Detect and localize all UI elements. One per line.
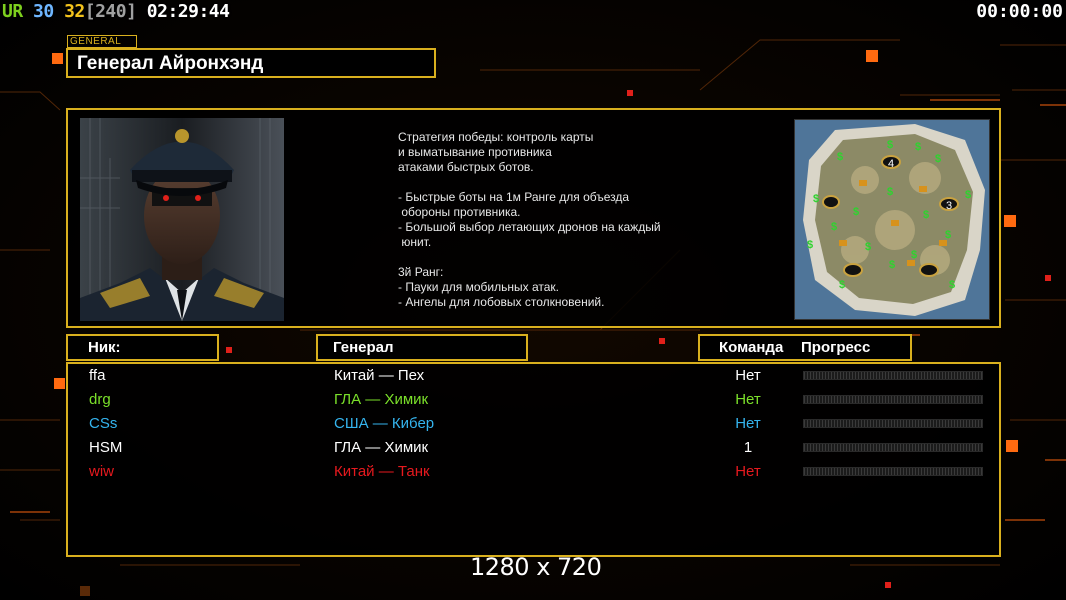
svg-text:$: $ <box>887 186 893 198</box>
player-nick: ffa <box>89 367 106 384</box>
player-team: Нет <box>735 367 761 384</box>
svg-text:$: $ <box>889 259 895 271</box>
column-header-nick[interactable]: Ник: <box>66 334 219 361</box>
svg-text:$: $ <box>813 193 819 205</box>
player-team: Нет <box>735 415 761 432</box>
description-line: 3й Ранг: <box>398 265 444 279</box>
svg-text:$: $ <box>945 229 951 241</box>
player-progress-bar <box>803 443 983 452</box>
svg-text:$: $ <box>837 151 843 163</box>
resolution-label: 1280 x 720 <box>470 553 602 581</box>
hud-mode: UR <box>2 1 23 22</box>
player-row[interactable]: drg ГЛА — Химик Нет <box>68 390 999 414</box>
svg-text:$: $ <box>831 221 837 233</box>
hud-clock: 02:29:44 <box>146 1 230 22</box>
player-progress-bar <box>803 467 983 476</box>
description-line: обороны противника. <box>398 205 521 219</box>
player-row[interactable]: CSs США — Кибер Нет <box>68 414 999 438</box>
description-line: - Ангелы для лобовых столкновений. <box>398 295 605 309</box>
svg-text:$: $ <box>911 249 917 261</box>
player-team: 1 <box>743 439 753 456</box>
svg-text:$: $ <box>887 139 893 151</box>
map-slot-3: 3 <box>946 200 952 212</box>
description-line: юнит. <box>398 235 432 249</box>
player-general: ГЛА — Химик <box>334 391 429 408</box>
general-tag: GENERAL <box>67 35 137 48</box>
player-general: Китай — Танк <box>334 463 430 480</box>
player-progress-bar <box>803 371 983 380</box>
player-team: Нет <box>735 463 761 480</box>
player-nick: drg <box>89 391 111 408</box>
description-line: - Быстрые боты на 1м Ранге для объезда <box>398 190 630 204</box>
description-line: - Большой выбор летающих дронов на кажды… <box>398 220 661 234</box>
description-line: атаками быстрых ботов. <box>398 160 534 174</box>
general-title-box: Генерал Айронхэнд <box>66 48 436 78</box>
player-nick: wiw <box>89 463 114 480</box>
general-name: Генерал Айронхэнд <box>77 53 264 74</box>
svg-text:$: $ <box>807 239 813 251</box>
player-row[interactable]: wiw Китай — Танк Нет <box>68 462 999 486</box>
player-general: США — Кибер <box>334 415 435 432</box>
column-header-team-progress: Команда Прогресс <box>698 334 912 361</box>
svg-text:$: $ <box>965 189 971 201</box>
column-header-progress[interactable]: Прогресс <box>801 336 870 359</box>
svg-text:$: $ <box>935 153 941 165</box>
player-list: ffa Китай — Пех Нет drg ГЛА — Химик Нет … <box>66 362 1001 557</box>
description-line: и выматывание противника <box>398 145 552 159</box>
map-slot-4: 4 <box>888 158 894 170</box>
description-line <box>398 175 728 190</box>
player-row[interactable]: HSM ГЛА — Химик 1 <box>68 438 999 462</box>
player-progress-bar <box>803 419 983 428</box>
fps-counter: UR 30 32[240] 02:29:44 <box>2 0 230 24</box>
general-info-panel: Стратегия победы: контроль карты и вымат… <box>66 108 1001 328</box>
general-portrait-icon <box>80 118 284 321</box>
player-nick: HSM <box>89 439 123 456</box>
hud-value-1: 30 <box>33 1 54 22</box>
player-general: Китай — Пех <box>334 367 425 384</box>
map-preview-icon[interactable]: 4 3 $ $ $ $ $ $ $ $ $ $ $ $ $ $ $ $ $ <box>794 119 990 320</box>
description-line: - Пауки для мобильных атак. <box>398 280 559 294</box>
svg-text:$: $ <box>923 209 929 221</box>
player-general: ГЛА — Химик <box>334 439 429 456</box>
description-line <box>398 250 728 265</box>
player-nick: CSs <box>89 415 118 432</box>
player-row[interactable]: ffa Китай — Пех Нет <box>68 366 999 390</box>
column-header-general[interactable]: Генерал <box>316 334 528 361</box>
match-timer: 00:00:00 <box>976 1 1063 22</box>
hud-bracket: [240] <box>84 1 137 22</box>
svg-text:$: $ <box>915 141 921 153</box>
svg-text:$: $ <box>853 206 859 218</box>
svg-text:$: $ <box>865 241 871 253</box>
description-line: Стратегия победы: контроль карты <box>398 130 594 144</box>
svg-text:$: $ <box>839 279 845 291</box>
general-description: Стратегия победы: контроль карты и вымат… <box>398 130 728 310</box>
svg-text:$: $ <box>949 279 955 291</box>
column-header-team[interactable]: Команда <box>719 336 783 359</box>
player-progress-bar <box>803 395 983 404</box>
hud-value-2: 32 <box>64 1 85 22</box>
player-team: Нет <box>735 391 761 408</box>
